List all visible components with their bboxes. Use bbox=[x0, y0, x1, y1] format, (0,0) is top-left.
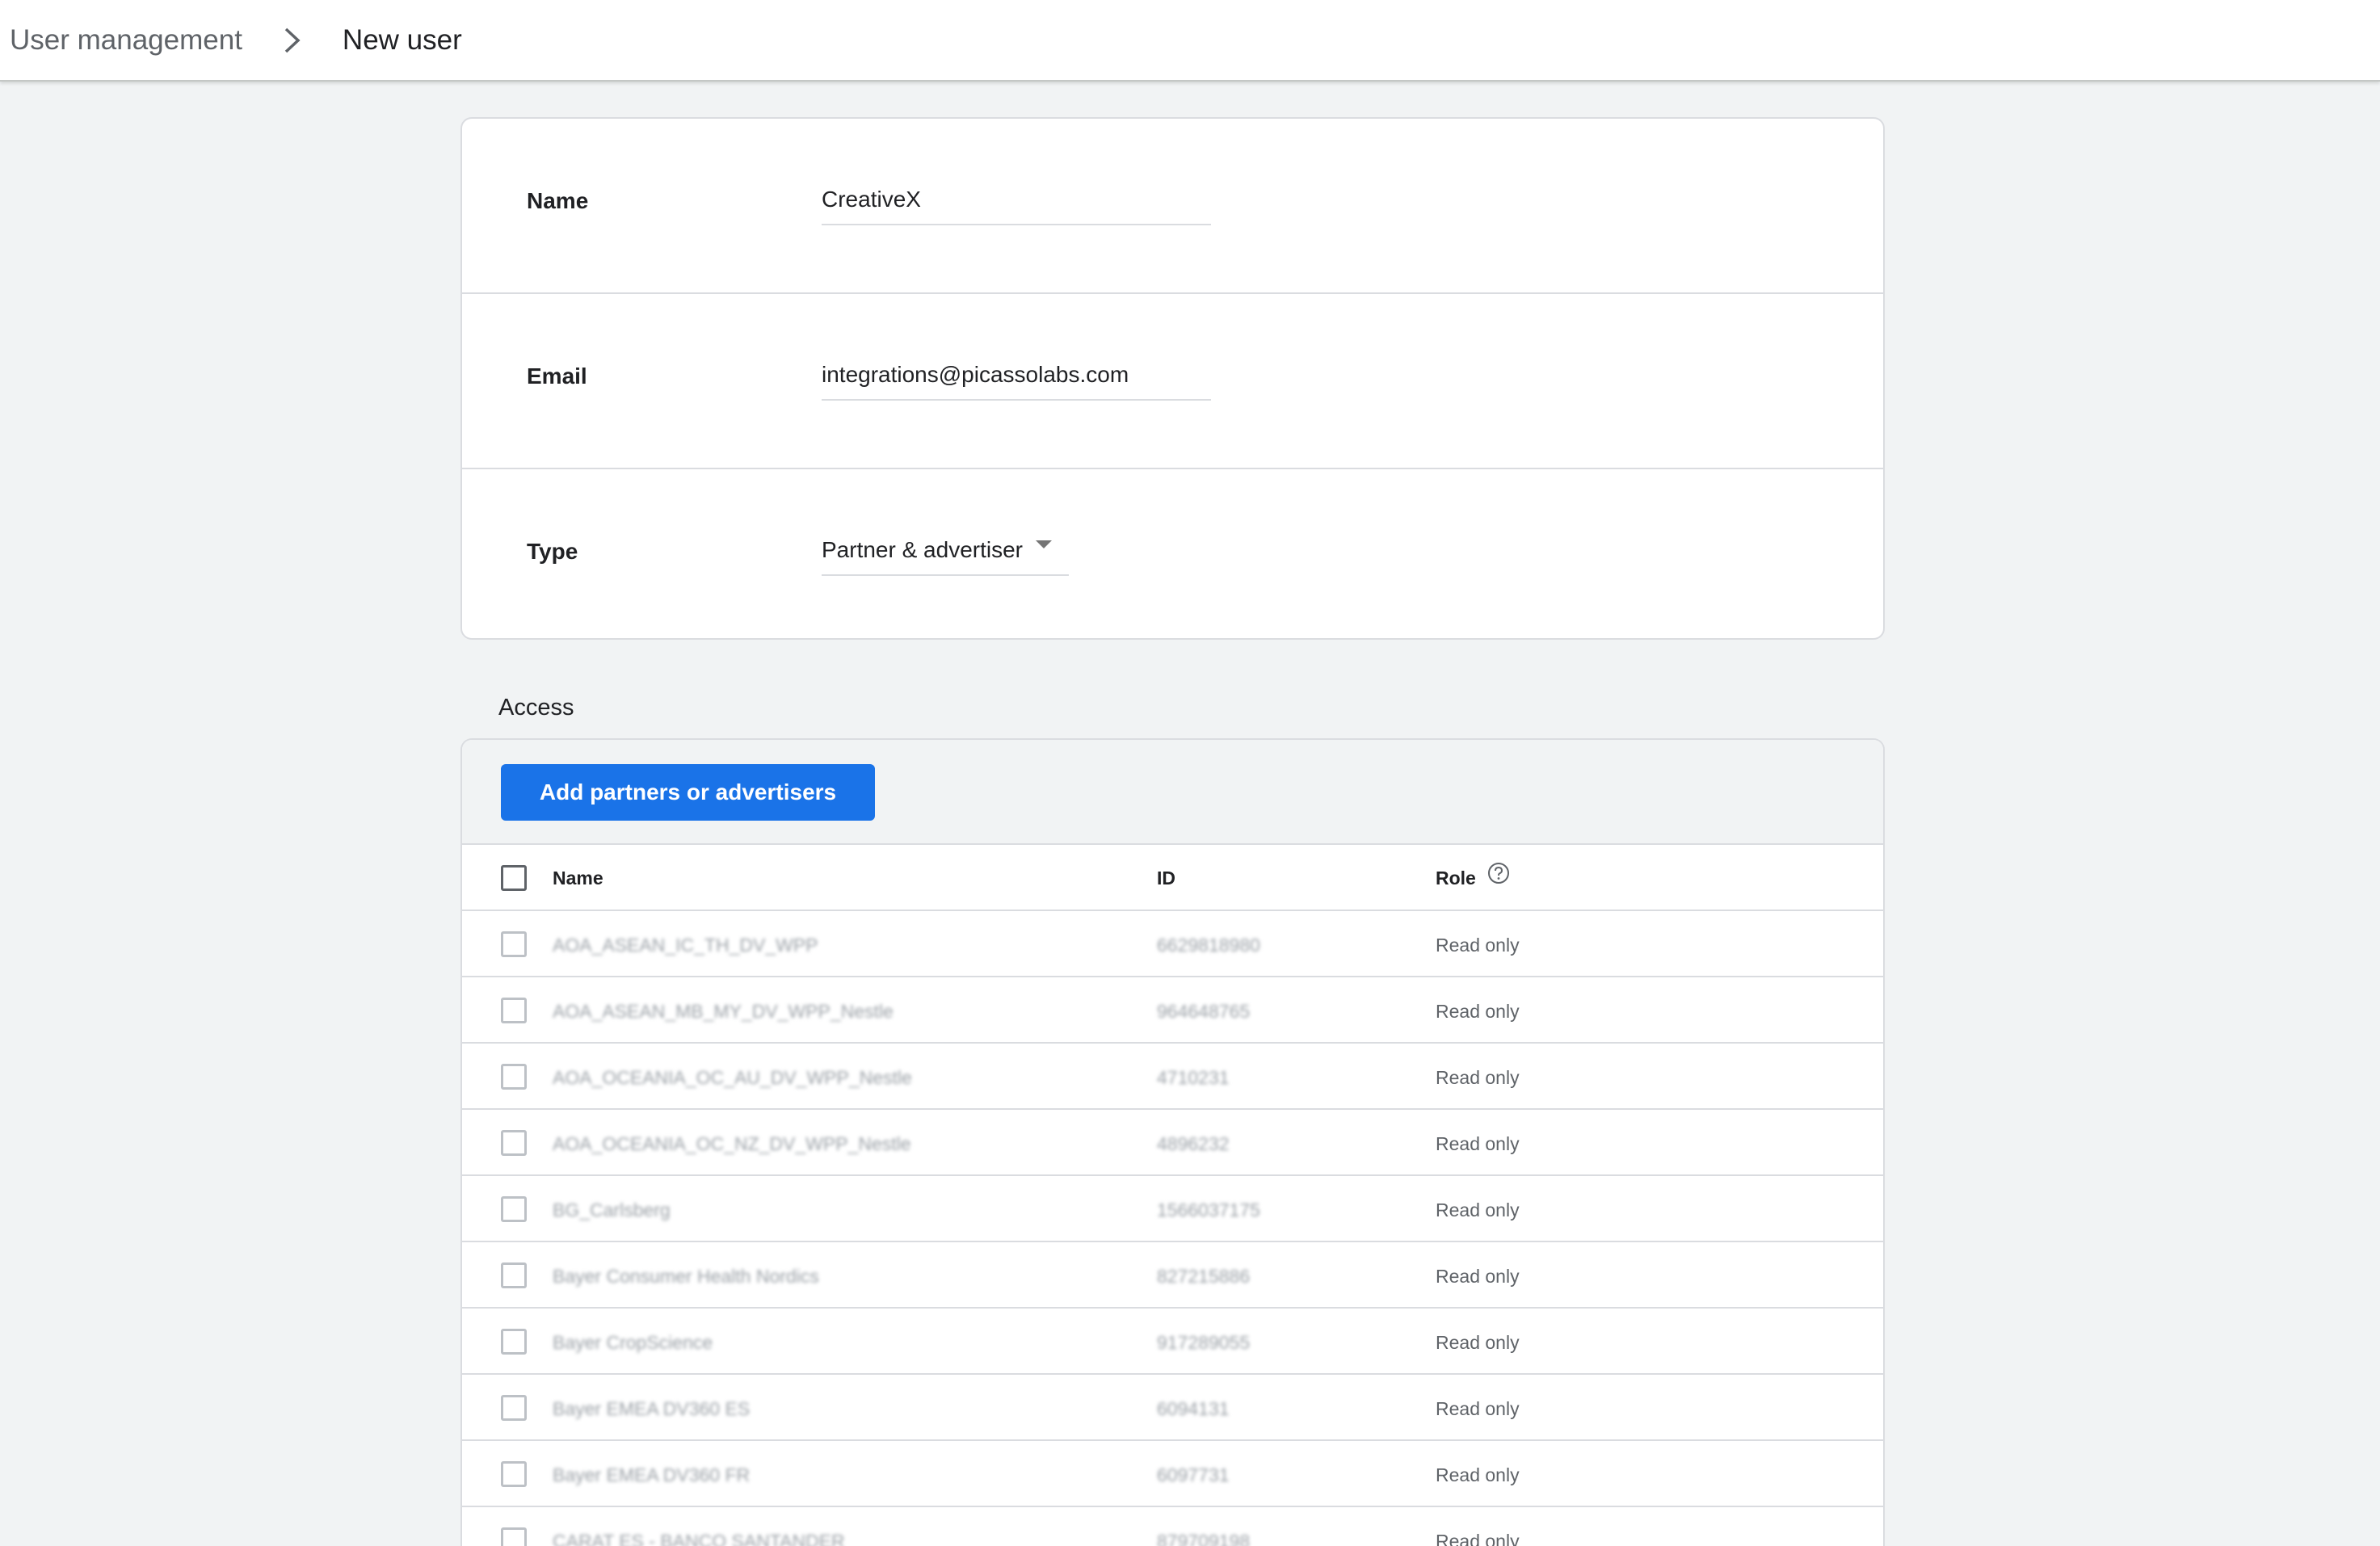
row-id: 6629818980 bbox=[1157, 935, 1260, 956]
access-panel: Add partners or advertisers Name ID Role… bbox=[460, 738, 1885, 1546]
email-input[interactable]: integrations@picassolabs.com bbox=[822, 352, 1211, 401]
access-title: Access bbox=[498, 695, 574, 720]
row-role[interactable]: Read only bbox=[1436, 1398, 1520, 1420]
email-label: Email bbox=[527, 363, 587, 389]
row-role[interactable]: Read only bbox=[1436, 1133, 1520, 1155]
access-toolbar: Add partners or advertisers bbox=[462, 740, 1883, 845]
row-name: AOA_ASEAN_IC_TH_DV_WPP bbox=[553, 935, 818, 956]
help-circle-icon[interactable] bbox=[1486, 861, 1511, 889]
row-role[interactable]: Read only bbox=[1436, 1531, 1520, 1546]
column-header-name[interactable]: Name bbox=[553, 868, 603, 889]
row-checkbox[interactable] bbox=[501, 1329, 527, 1355]
row-role[interactable]: Read only bbox=[1436, 1199, 1520, 1221]
row-role[interactable]: Read only bbox=[1436, 1332, 1520, 1354]
name-row: Name CreativeX bbox=[462, 119, 1883, 294]
select-all-checkbox[interactable] bbox=[501, 865, 527, 891]
type-label: Type bbox=[527, 539, 578, 564]
row-name: CARAT ES - BANCO SANTANDER bbox=[553, 1531, 845, 1546]
row-checkbox[interactable] bbox=[501, 1395, 527, 1421]
row-checkbox[interactable] bbox=[501, 1527, 527, 1546]
table-row: Bayer EMEA DV360 ES 6094131 Read only bbox=[462, 1375, 1883, 1441]
email-row: Email integrations@picassolabs.com bbox=[462, 294, 1883, 469]
table-row: AOA_ASEAN_IC_TH_DV_WPP 6629818980 Read o… bbox=[462, 911, 1883, 977]
caret-down-icon bbox=[1036, 529, 1052, 555]
user-details-card: Name CreativeX Email integrations@picass… bbox=[460, 117, 1885, 640]
row-id: 879709198 bbox=[1157, 1531, 1251, 1546]
type-row: Type Partner & advertiser bbox=[462, 469, 1883, 641]
row-name: AOA_OCEANIA_OC_AU_DV_WPP_Nestle bbox=[553, 1067, 912, 1088]
row-name: BG_Carlsberg bbox=[553, 1199, 671, 1220]
table-row: BG_Carlsberg 1566037175 Read only bbox=[462, 1176, 1883, 1242]
table-header: Name ID Role bbox=[462, 845, 1883, 911]
row-name: Bayer Consumer Health Nordics bbox=[553, 1266, 819, 1287]
table-row: Bayer EMEA DV360 FR 6097731 Read only bbox=[462, 1441, 1883, 1507]
chevron-right-icon bbox=[275, 23, 310, 58]
row-checkbox[interactable] bbox=[501, 1196, 527, 1222]
table-row: Bayer Consumer Health Nordics 827215886 … bbox=[462, 1242, 1883, 1309]
row-id: 964648765 bbox=[1157, 1001, 1251, 1022]
row-name: Bayer EMEA DV360 FR bbox=[553, 1464, 751, 1485]
table-body: AOA_ASEAN_IC_TH_DV_WPP 6629818980 Read o… bbox=[462, 911, 1883, 1546]
table-row: Bayer CropScience 917289055 Read only bbox=[462, 1309, 1883, 1375]
add-partners-button[interactable]: Add partners or advertisers bbox=[501, 764, 875, 821]
top-bar: User management New user bbox=[0, 0, 2380, 82]
breadcrumb-new-user: New user bbox=[342, 23, 462, 56]
row-id: 917289055 bbox=[1157, 1332, 1251, 1353]
row-id: 6094131 bbox=[1157, 1398, 1230, 1419]
type-select[interactable]: Partner & advertiser bbox=[822, 527, 1069, 576]
row-role[interactable]: Read only bbox=[1436, 1067, 1520, 1089]
row-checkbox[interactable] bbox=[501, 1461, 527, 1487]
row-checkbox[interactable] bbox=[501, 1130, 527, 1156]
name-input[interactable]: CreativeX bbox=[822, 177, 1211, 225]
table-row: AOA_ASEAN_MB_MY_DV_WPP_Nestle 964648765 … bbox=[462, 977, 1883, 1044]
row-name: Bayer CropScience bbox=[553, 1332, 713, 1353]
row-checkbox[interactable] bbox=[501, 931, 527, 957]
row-role[interactable]: Read only bbox=[1436, 1001, 1520, 1023]
row-id: 1566037175 bbox=[1157, 1199, 1260, 1220]
row-role[interactable]: Read only bbox=[1436, 1464, 1520, 1486]
row-role[interactable]: Read only bbox=[1436, 1266, 1520, 1288]
row-name: AOA_OCEANIA_OC_NZ_DV_WPP_Nestle bbox=[553, 1133, 911, 1154]
column-header-role[interactable]: Role bbox=[1436, 868, 1476, 889]
column-header-id[interactable]: ID bbox=[1157, 868, 1175, 889]
table-row: CARAT ES - BANCO SANTANDER 879709198 Rea… bbox=[462, 1507, 1883, 1546]
row-checkbox[interactable] bbox=[501, 998, 527, 1023]
type-select-value: Partner & advertiser bbox=[822, 537, 1023, 562]
row-id: 4896232 bbox=[1157, 1133, 1230, 1154]
breadcrumb-user-management[interactable]: User management bbox=[10, 24, 242, 57]
row-name: Bayer EMEA DV360 ES bbox=[553, 1398, 751, 1419]
row-checkbox[interactable] bbox=[501, 1064, 527, 1090]
name-label: Name bbox=[527, 188, 589, 213]
row-checkbox[interactable] bbox=[501, 1262, 527, 1288]
row-id: 6097731 bbox=[1157, 1464, 1230, 1485]
row-id: 4710231 bbox=[1157, 1067, 1230, 1088]
table-row: AOA_OCEANIA_OC_NZ_DV_WPP_Nestle 4896232 … bbox=[462, 1110, 1883, 1176]
row-name: AOA_ASEAN_MB_MY_DV_WPP_Nestle bbox=[553, 1001, 894, 1022]
table-row: AOA_OCEANIA_OC_AU_DV_WPP_Nestle 4710231 … bbox=[462, 1044, 1883, 1110]
row-role[interactable]: Read only bbox=[1436, 935, 1520, 956]
row-id: 827215886 bbox=[1157, 1266, 1251, 1287]
